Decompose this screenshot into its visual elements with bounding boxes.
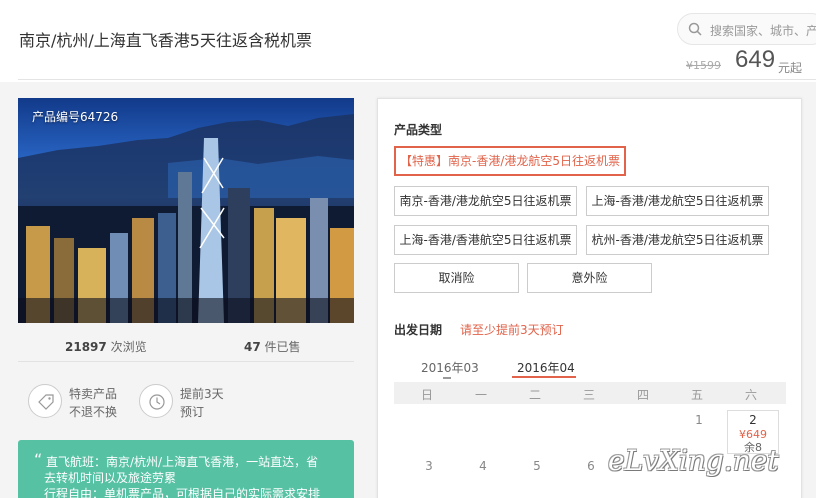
feature-line1: 特卖产品: [69, 387, 118, 401]
product-stats: 21897 次浏览 47 件已售: [18, 330, 354, 362]
calendar-day: 3: [425, 459, 433, 473]
views-stat: 21897 次浏览: [65, 338, 147, 355]
sold-count: 47: [244, 340, 261, 354]
day-number: 2: [749, 413, 757, 427]
feature-line2: 不退不换: [69, 405, 118, 419]
product-photo: 产品编号64726: [18, 98, 354, 323]
search-box[interactable]: 搜索国家、城市、产: [677, 13, 816, 45]
option-accident-insurance[interactable]: 意外险: [527, 263, 652, 293]
option-shanghai-hkairlines[interactable]: 上海-香港/香港航空5日往返机票: [394, 225, 577, 255]
option-cancel-insurance[interactable]: 取消险: [394, 263, 519, 293]
month-tab-april[interactable]: 2016年04: [517, 359, 575, 376]
quote-mark: “: [34, 450, 43, 469]
calendar-day: 4: [479, 459, 487, 473]
feature-line1: 提前3天: [180, 387, 224, 401]
option-hangzhou-hongkong[interactable]: 杭州-香港/港龙航空5日往返机票: [586, 225, 769, 255]
watermark: eLvXing.net: [608, 444, 779, 477]
search-icon: [688, 22, 702, 36]
product-type-label: 产品类型: [394, 123, 443, 137]
original-price: ¥1599: [686, 59, 721, 72]
day-price: ¥649: [739, 428, 767, 441]
month-active-underline: [512, 376, 576, 378]
weekday-fri: 五: [690, 388, 703, 402]
description-line1: 直飞航班：南京/杭州/上海直飞香港，一站直达，省: [46, 455, 319, 469]
views-label: 次浏览: [106, 340, 147, 354]
option-shanghai-dragonair[interactable]: 上海-香港/港龙航空5日往返机票: [586, 186, 769, 216]
tag-icon: [38, 394, 54, 410]
description-line3: 行程自由：单机票产品，可根据自己的实际需求安排: [44, 487, 321, 498]
price-suffix: 元起: [778, 61, 803, 75]
weekday-sat: 六: [744, 388, 757, 402]
month-tab-march[interactable]: 2016年03: [421, 359, 479, 376]
feature-icon-wrap: [28, 384, 62, 418]
weekday-sun: 日: [420, 388, 433, 402]
page-header: 南京/杭州/上海直飞香港5天往返含税机票 搜索国家、城市、产 ¥1599 649…: [0, 0, 816, 82]
description-line2: 去转机时间以及旅途劳累: [44, 471, 177, 485]
product-description: “ 直飞航班：南京/杭州/上海直飞香港，一站直达，省 去转机时间以及旅途劳累 行…: [18, 440, 354, 498]
sold-label: 件已售: [260, 340, 301, 354]
hong-kong-skyline-image: [18, 114, 354, 323]
views-count: 21897: [65, 340, 107, 354]
departure-date-label: 出发日期: [394, 323, 443, 337]
weekday-thu: 四: [636, 388, 649, 402]
clock-icon: [149, 394, 165, 410]
search-placeholder[interactable]: 搜索国家、城市、产: [710, 22, 816, 39]
calendar-day: 1: [695, 413, 703, 427]
weekday-tue: 二: [528, 388, 541, 402]
option-special-nanjing[interactable]: 【特惠】南京-香港/港龙航空5日往返机票: [394, 146, 626, 176]
feature-line2: 预订: [180, 405, 205, 419]
feature-icon-wrap: [139, 384, 173, 418]
weekday-mon: 一: [474, 388, 487, 402]
page-title: 南京/杭州/上海直飞香港5天往返含税机票: [19, 31, 312, 50]
header-divider: [18, 79, 816, 80]
calendar-day: 5: [533, 459, 541, 473]
weekday-wed: 三: [582, 388, 595, 402]
booking-hint: 请至少提前3天预订: [460, 323, 564, 337]
option-nanjing-hongkong[interactable]: 南京-香港/港龙航空5日往返机票: [394, 186, 577, 216]
product-code: 产品编号64726: [32, 110, 119, 124]
sold-stat: 47 件已售: [244, 338, 301, 355]
current-price: 649: [735, 46, 776, 73]
month-dash: [443, 377, 451, 379]
